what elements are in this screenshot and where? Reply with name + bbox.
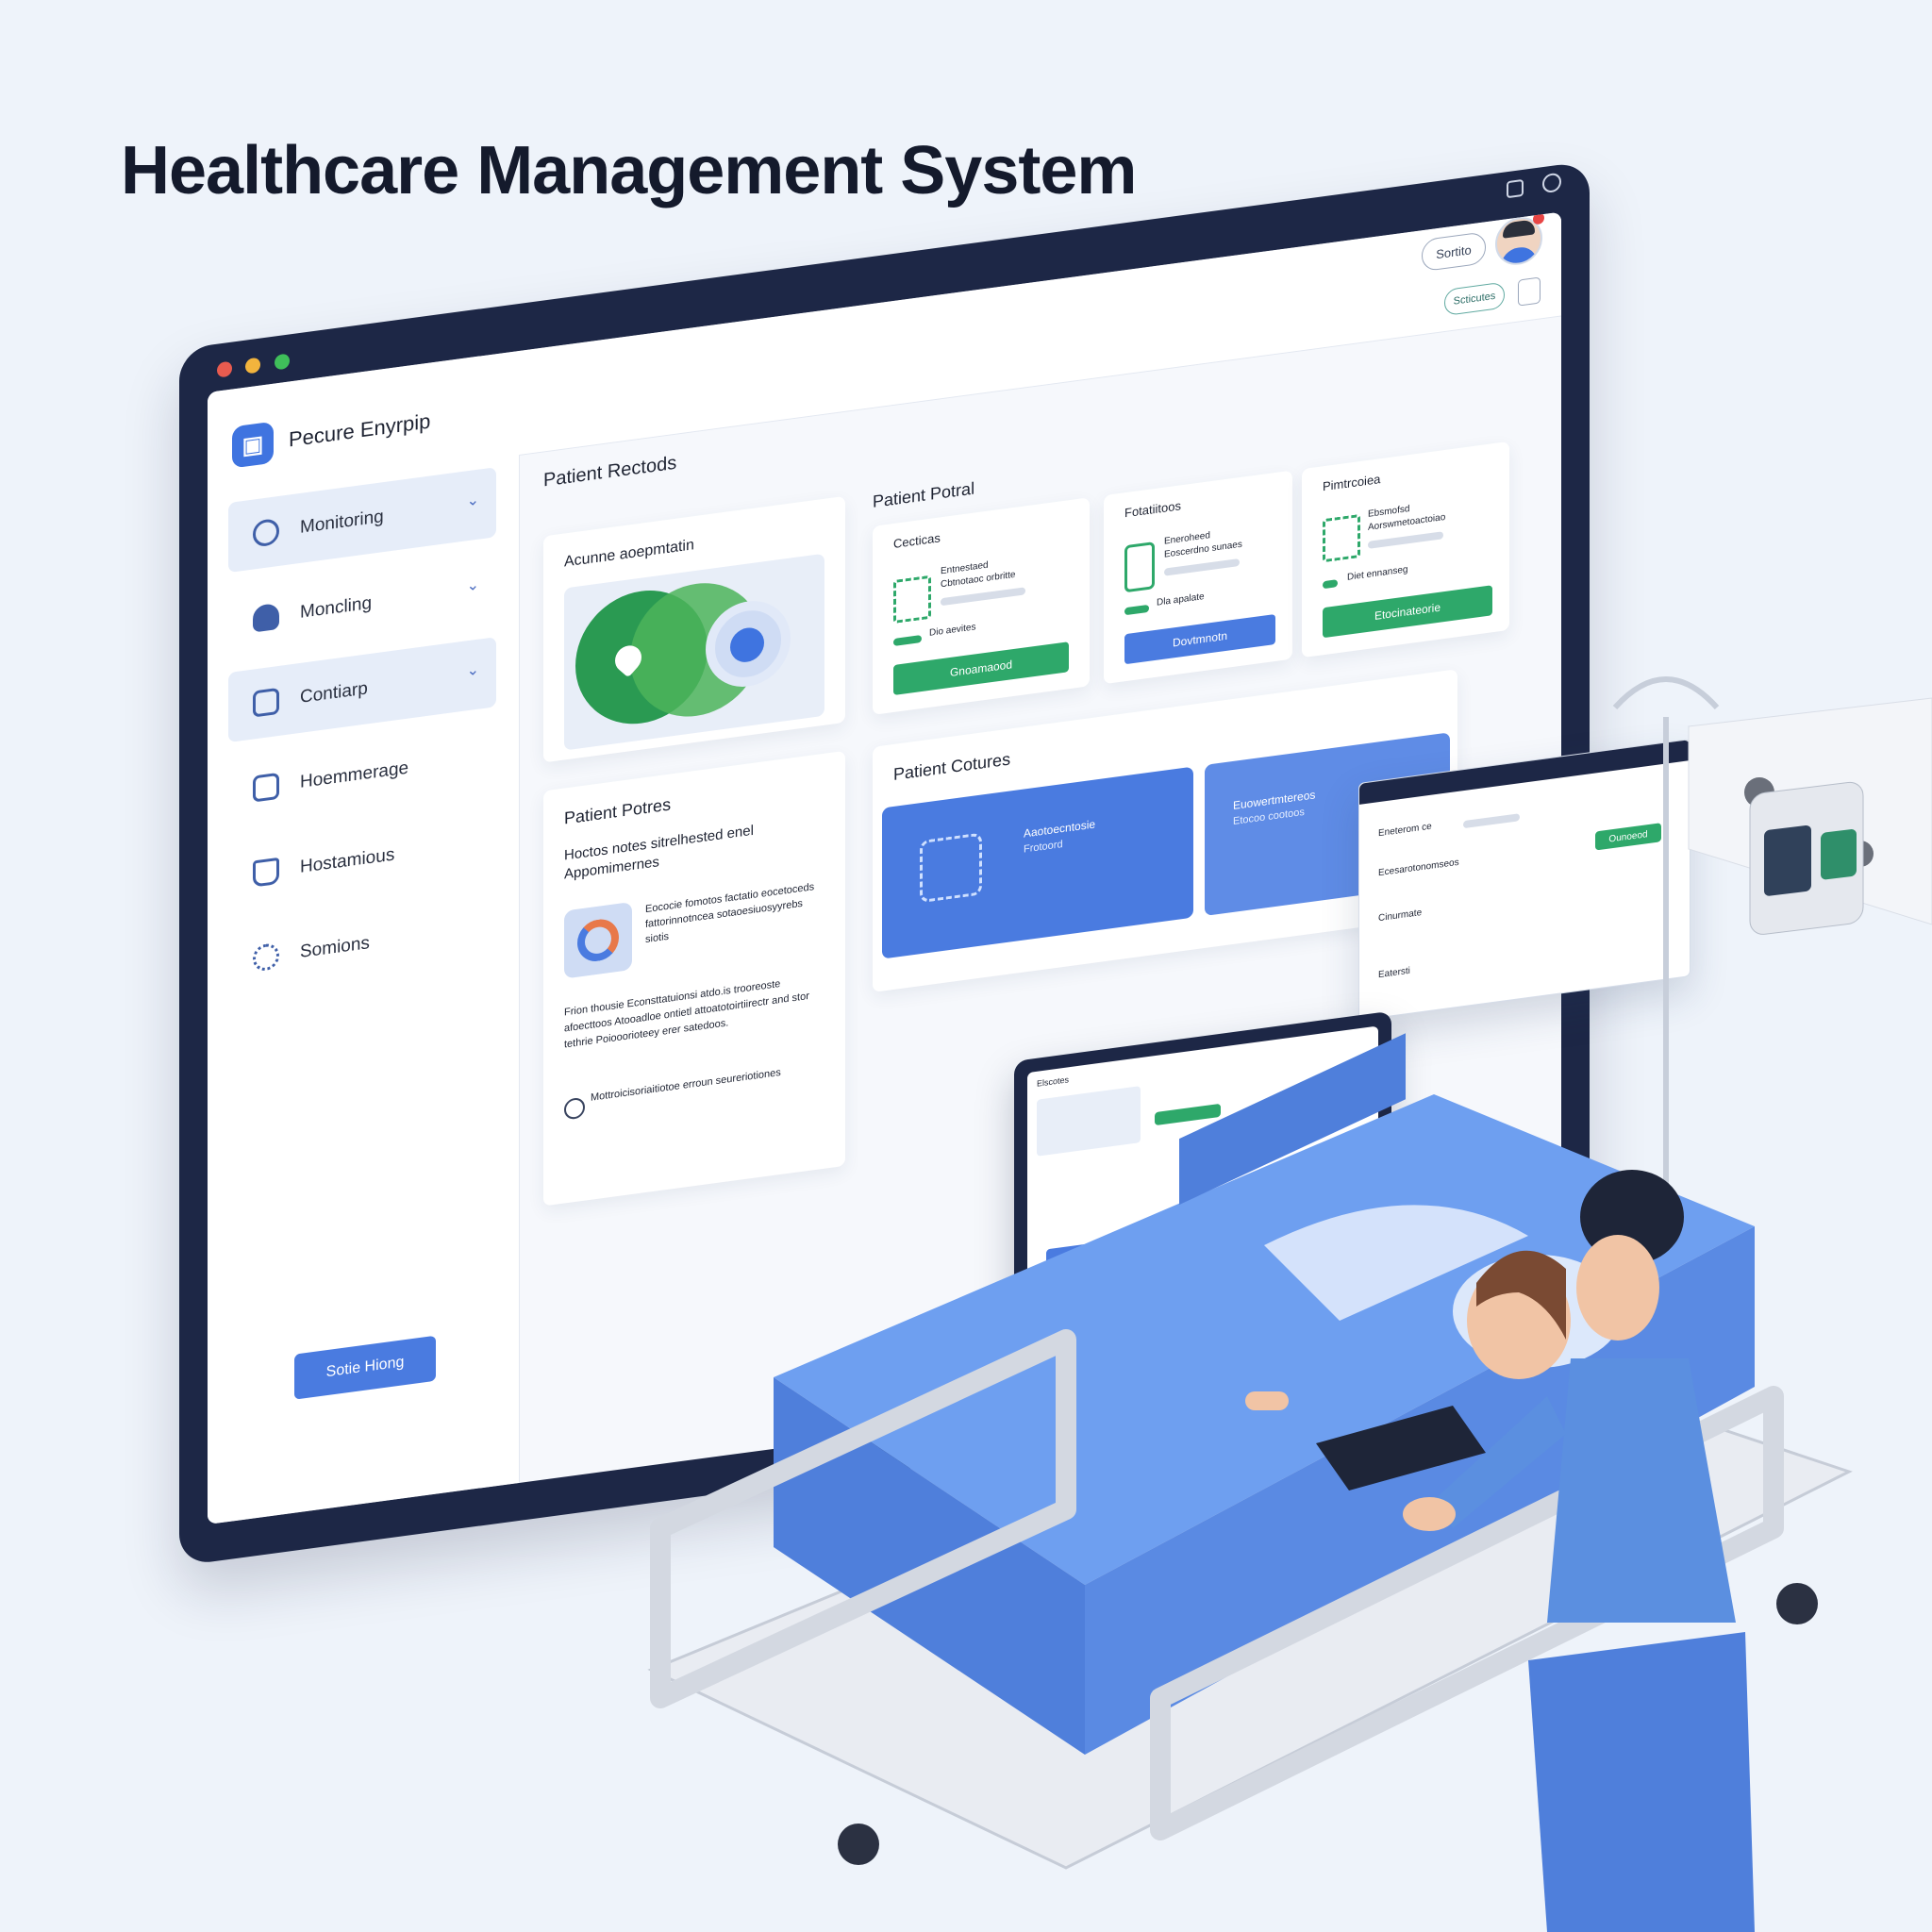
iv-pump	[1749, 781, 1864, 935]
hospital-scene	[647, 676, 1932, 1932]
